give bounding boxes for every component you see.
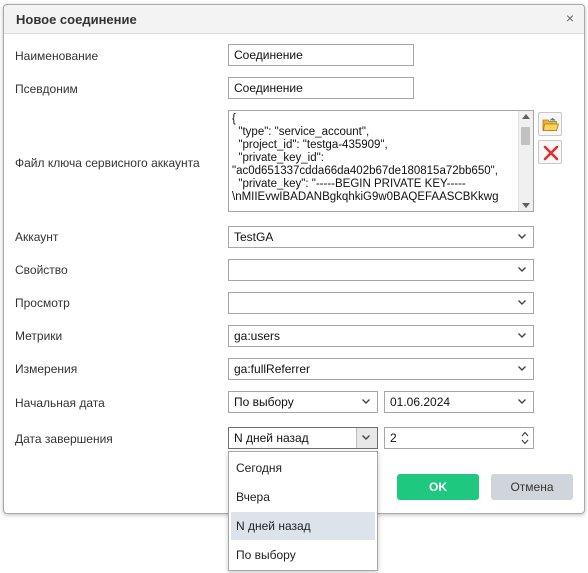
dimensions-label: Измерения xyxy=(15,362,78,376)
chevron-down-icon xyxy=(517,396,527,406)
view-label: Просмотр xyxy=(15,296,70,310)
alias-label: Псевдоним xyxy=(15,82,78,96)
folder-open-icon xyxy=(542,117,560,131)
alias-input[interactable]: Соединение xyxy=(228,77,414,99)
chevron-down-icon xyxy=(517,330,527,340)
dropdown-option-custom[interactable]: По выбору xyxy=(231,541,375,569)
end-days-spinner[interactable]: 2 xyxy=(384,427,534,449)
start-date-label: Начальная дата xyxy=(15,396,105,410)
dropdown-option-n-days-ago[interactable]: N дней назад xyxy=(231,512,375,540)
delete-x-icon xyxy=(543,145,559,161)
end-mode-value: N дней назад xyxy=(234,431,309,445)
view-select[interactable] xyxy=(228,292,534,314)
scroll-thumb[interactable] xyxy=(521,127,530,145)
start-mode-select[interactable]: По выбору xyxy=(228,391,378,413)
dialog-title: Новое соединение xyxy=(16,12,137,27)
spinner-arrows-icon[interactable] xyxy=(521,430,529,448)
dimensions-select[interactable]: ga:fullReferrer xyxy=(228,358,534,380)
ok-button[interactable]: OK xyxy=(397,474,479,500)
metrics-value: ga:users xyxy=(234,329,281,343)
dropdown-option-yesterday[interactable]: Вчера xyxy=(231,483,375,511)
key-file-content: { "type": "service_account", "project_id… xyxy=(232,113,499,203)
key-file-label: Файл ключа сервисного аккаунта xyxy=(15,156,200,170)
scroll-down-icon[interactable] xyxy=(522,203,530,208)
dropdown-option-today[interactable]: Сегодня xyxy=(231,454,375,482)
chevron-down-icon xyxy=(361,396,371,406)
account-label: Аккаунт xyxy=(15,230,59,244)
textarea-scrollbar[interactable] xyxy=(518,111,533,211)
scroll-up-icon[interactable] xyxy=(522,114,530,119)
start-mode-value: По выбору xyxy=(234,395,294,409)
name-label: Наименование xyxy=(15,49,99,63)
metrics-label: Метрики xyxy=(15,329,63,343)
metrics-select[interactable]: ga:users xyxy=(228,325,534,347)
chevron-down-icon xyxy=(517,363,527,373)
chevron-down-icon xyxy=(361,432,371,442)
property-select[interactable] xyxy=(228,259,534,281)
chevron-down-icon xyxy=(517,297,527,307)
name-input[interactable]: Соединение xyxy=(228,44,414,66)
end-days-value: 2 xyxy=(390,431,397,445)
start-date-value: 01.06.2024 xyxy=(390,395,451,409)
account-select[interactable]: TestGA xyxy=(228,226,534,248)
start-date-picker[interactable]: 01.06.2024 xyxy=(384,391,534,413)
dimensions-value: ga:fullReferrer xyxy=(234,362,311,376)
close-icon[interactable]: × xyxy=(566,10,574,26)
dialog-titlebar: Новое соединение × xyxy=(4,5,584,34)
end-mode-dropdown: Сегодня Вчера N дней назад По выбору xyxy=(228,451,378,571)
chevron-down-icon xyxy=(517,264,527,274)
end-mode-select[interactable]: N дней назад xyxy=(228,427,378,449)
open-key-file-button[interactable] xyxy=(538,112,562,136)
account-value: TestGA xyxy=(234,230,274,244)
end-date-label: Дата завершения xyxy=(15,432,113,446)
chevron-down-icon xyxy=(517,231,527,241)
key-file-textarea[interactable]: { "type": "service_account", "project_id… xyxy=(228,110,534,212)
clear-key-file-button[interactable] xyxy=(538,140,562,164)
property-label: Свойство xyxy=(15,263,68,277)
cancel-button[interactable]: Отмена xyxy=(491,474,573,500)
